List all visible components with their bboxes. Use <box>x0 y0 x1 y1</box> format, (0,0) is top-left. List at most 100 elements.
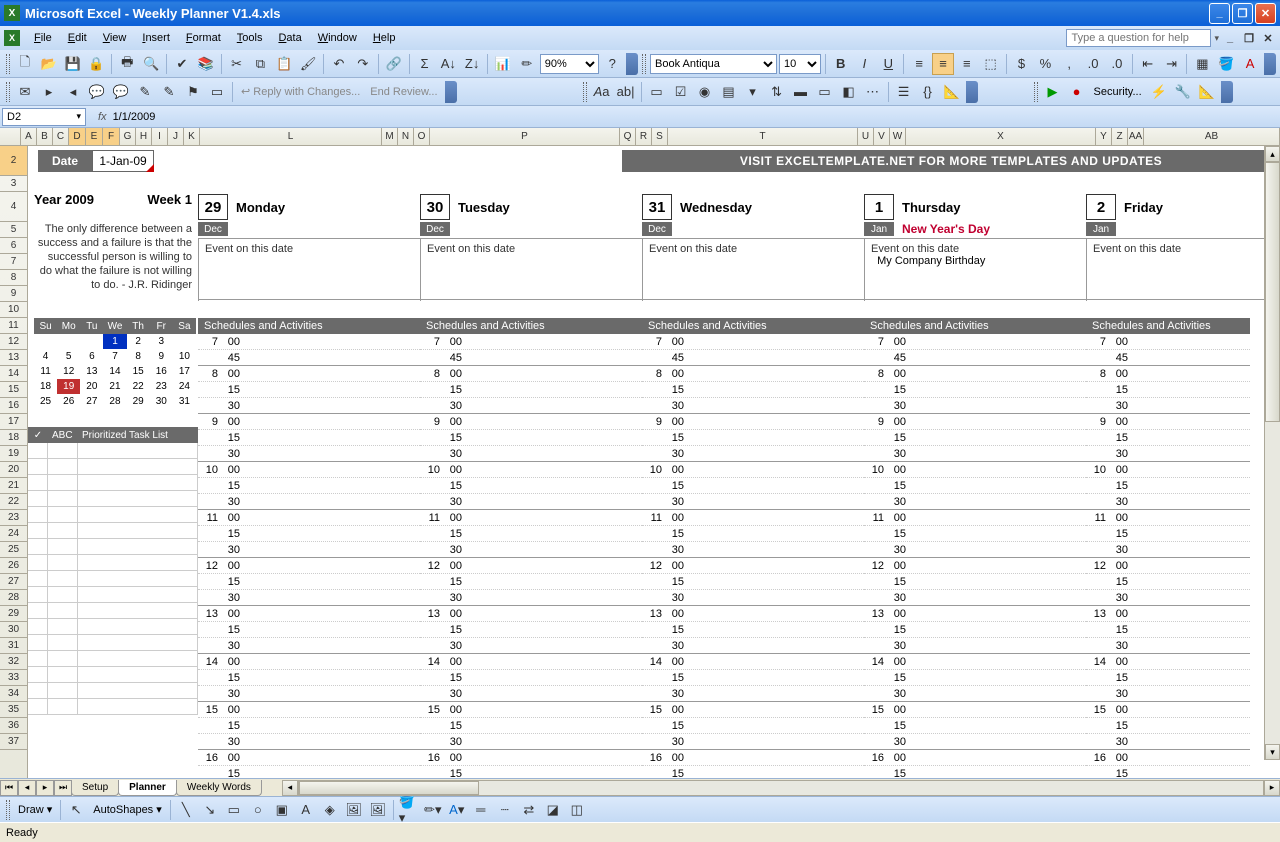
sort-desc-button[interactable]: Z↓ <box>461 53 483 75</box>
toggle-button[interactable]: ◧ <box>838 81 860 103</box>
time-slot[interactable]: 1500 <box>420 702 642 718</box>
time-slot[interactable]: 30 <box>1086 638 1250 654</box>
col-head-Q[interactable]: Q <box>620 128 636 145</box>
cal-day[interactable] <box>173 334 196 349</box>
time-slot[interactable]: 15 <box>198 478 420 494</box>
tab-prev-button[interactable]: ◂ <box>18 780 36 796</box>
cal-day[interactable]: 18 <box>34 379 57 394</box>
time-slot[interactable]: 30 <box>420 638 642 654</box>
time-slot[interactable]: 1300 <box>864 606 1086 622</box>
combo-button[interactable]: ▾ <box>742 81 764 103</box>
row-head-12[interactable]: 12 <box>0 334 27 350</box>
row-head-5[interactable]: 5 <box>0 222 27 238</box>
time-slot[interactable]: 45 <box>198 350 420 366</box>
time-slot[interactable]: 15 <box>1086 430 1250 446</box>
row-head-13[interactable]: 13 <box>0 350 27 366</box>
cal-day[interactable] <box>57 334 80 349</box>
label-button[interactable]: ab| <box>615 81 637 103</box>
task-row[interactable] <box>28 507 198 523</box>
font-size-combo[interactable]: 10 <box>779 54 821 74</box>
toolbar-endcap[interactable] <box>1221 81 1233 103</box>
time-slot[interactable]: 30 <box>420 590 642 606</box>
row-head-2[interactable]: 2 <box>0 146 27 176</box>
time-slot[interactable]: 30 <box>642 446 864 462</box>
event-box[interactable]: Event on this date <box>642 239 864 301</box>
open-button[interactable]: 📂 <box>38 53 60 75</box>
formula-input[interactable] <box>113 108 1278 126</box>
align-right-button[interactable]: ≡ <box>956 53 978 75</box>
scroll-down-button[interactable]: ▾ <box>1265 744 1280 760</box>
col-head-AB[interactable]: AB <box>1144 128 1280 145</box>
time-slot[interactable]: 30 <box>198 542 420 558</box>
preview-button[interactable]: 🔍 <box>140 53 162 75</box>
arrow-style-button[interactable]: ⇄ <box>518 799 540 821</box>
line-color-button[interactable]: ✏▾ <box>422 799 444 821</box>
spinner-button[interactable]: ⇅ <box>766 81 788 103</box>
help-search-input[interactable] <box>1066 29 1211 47</box>
decrease-indent-button[interactable]: ⇤ <box>1137 53 1159 75</box>
toolbar-endcap[interactable] <box>966 81 978 103</box>
col-head-H[interactable]: H <box>136 128 152 145</box>
row-head-22[interactable]: 22 <box>0 494 27 510</box>
task-list[interactable] <box>28 443 198 715</box>
controls-button[interactable]: 🔧 <box>1172 81 1194 103</box>
time-slot[interactable]: 15 <box>1086 718 1250 734</box>
borders-button[interactable]: ▦ <box>1191 53 1213 75</box>
time-slot[interactable]: 15 <box>198 766 420 778</box>
time-slot[interactable]: 15 <box>864 382 1086 398</box>
envelope-button[interactable]: ✉ <box>14 81 36 103</box>
time-slot[interactable]: 30 <box>420 542 642 558</box>
toolbar-endcap[interactable] <box>445 81 457 103</box>
time-slot[interactable]: 15 <box>1086 478 1250 494</box>
macro-record-button[interactable]: ● <box>1066 81 1088 103</box>
time-slot[interactable]: 15 <box>420 526 642 542</box>
security-button[interactable]: Security... <box>1090 86 1146 98</box>
time-slot[interactable]: 1300 <box>1086 606 1250 622</box>
time-slot[interactable]: 45 <box>1086 350 1250 366</box>
time-slot[interactable]: 700 <box>198 334 420 350</box>
cal-day[interactable]: 12 <box>57 364 80 379</box>
cal-day[interactable]: 7 <box>103 349 126 364</box>
chart-button[interactable]: 📊 <box>492 53 514 75</box>
time-slot[interactable]: 15 <box>1086 622 1250 638</box>
time-slot[interactable]: 1200 <box>198 558 420 574</box>
event-box[interactable]: Event on this date <box>198 239 420 301</box>
time-slot[interactable]: 30 <box>1086 590 1250 606</box>
row-head-30[interactable]: 30 <box>0 622 27 638</box>
time-slot[interactable]: 15 <box>864 478 1086 494</box>
row-head-16[interactable]: 16 <box>0 398 27 414</box>
time-slot[interactable]: 30 <box>864 638 1086 654</box>
cal-day[interactable]: 24 <box>173 379 196 394</box>
time-slot[interactable]: 30 <box>198 638 420 654</box>
menu-help[interactable]: Help <box>365 30 404 46</box>
time-slot[interactable]: 30 <box>1086 686 1250 702</box>
task-row[interactable] <box>28 491 198 507</box>
time-slot[interactable]: 15 <box>642 382 864 398</box>
time-slot[interactable]: 15 <box>420 718 642 734</box>
time-slot[interactable]: 30 <box>1086 446 1250 462</box>
time-slot[interactable]: 1200 <box>642 558 864 574</box>
copy-button[interactable]: ⧉ <box>250 53 272 75</box>
maximize-button[interactable]: ❐ <box>1232 3 1253 24</box>
cal-day[interactable]: 23 <box>150 379 173 394</box>
row-head-8[interactable]: 8 <box>0 270 27 286</box>
time-slot[interactable]: 800 <box>642 366 864 382</box>
time-slot[interactable]: 15 <box>642 718 864 734</box>
task-row[interactable] <box>28 571 198 587</box>
event-box[interactable]: Event on this date <box>1086 239 1250 301</box>
time-slot[interactable]: 30 <box>642 494 864 510</box>
properties-button[interactable]: ☰ <box>893 81 915 103</box>
bold-button[interactable]: B <box>830 53 852 75</box>
cal-day[interactable]: 10 <box>173 349 196 364</box>
time-slot[interactable]: 30 <box>642 542 864 558</box>
cal-day[interactable]: 14 <box>103 364 126 379</box>
time-slot[interactable]: 1100 <box>1086 510 1250 526</box>
time-slot[interactable]: 15 <box>198 622 420 638</box>
comment-button[interactable]: 💬 <box>86 81 108 103</box>
time-slot[interactable]: 1200 <box>1086 558 1250 574</box>
time-slot[interactable]: 1400 <box>864 654 1086 670</box>
col-head-AA[interactable]: AA <box>1128 128 1144 145</box>
col-head-K[interactable]: K <box>184 128 200 145</box>
time-slot[interactable]: 15 <box>1086 526 1250 542</box>
time-slot[interactable]: 30 <box>864 734 1086 750</box>
